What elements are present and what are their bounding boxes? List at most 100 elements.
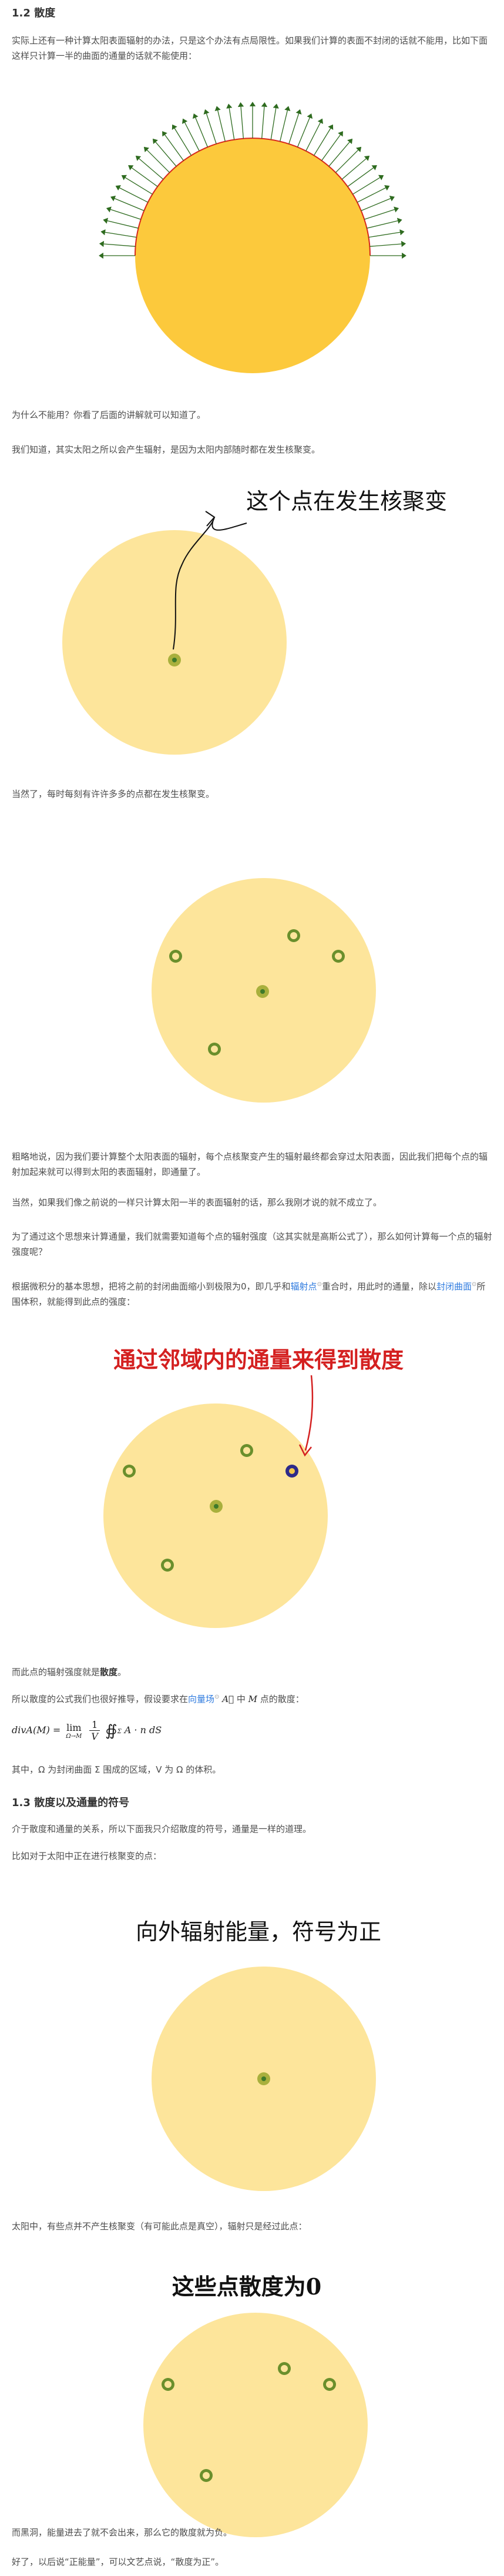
green-arrow-icon xyxy=(313,124,334,156)
link-mark: ⊙ xyxy=(317,1281,322,1288)
formula-limit: lim Ω→M xyxy=(66,1722,82,1740)
paragraph-roughly: 粗略地说，因为我们要计算整个太阳表面的辐射，每个点核聚变产生的辐射最终都会穿过太… xyxy=(12,1151,488,1177)
green-arrow-icon xyxy=(357,185,390,203)
green-arrow-icon xyxy=(368,229,405,238)
green-arrow-icon xyxy=(280,106,291,142)
fusion-point-dot xyxy=(332,950,345,963)
passing-point-dot xyxy=(200,2469,213,2482)
paragraph-why: 为什么不能用？你看了后面的讲解就可以知道了。 xyxy=(12,410,206,420)
green-arrow-icon xyxy=(347,165,377,187)
formula-integral-sign: ∯ xyxy=(105,1721,117,1740)
paragraph-know: 我们知道，其实太阳之所以会产生辐射，是因为太阳内部随时都在发生核聚变。 xyxy=(12,444,321,455)
green-arrow-icon xyxy=(110,195,145,212)
formula-intro-text-3: 点的散度： xyxy=(260,1694,304,1704)
green-arrow-icon xyxy=(103,217,139,229)
fusion-point-dot xyxy=(210,1500,223,1513)
green-arrow-icon xyxy=(182,118,200,152)
green-arrow-icon xyxy=(226,103,235,140)
green-arrow-icon xyxy=(341,155,370,180)
formula-intro-text-2: 中 xyxy=(236,1694,246,1704)
paragraph-of-course: 当然了，每时每刻有许许多多的点都在发生核聚变。 xyxy=(12,789,215,799)
paragraph-formula-intro: 所以散度的公式我们也很好推导，假设要求在向量场⊙ A⃗ 中 M 点的散度： xyxy=(12,1690,492,1707)
formula-frac-den: V xyxy=(91,1731,98,1742)
divergence-formula: divA(M) = lim Ω→M 1 V ∯Σ A · n dS xyxy=(12,1719,162,1748)
green-arrow-icon xyxy=(152,138,177,167)
green-arrow-icon xyxy=(261,102,268,139)
formula-lim-text: lim xyxy=(66,1721,82,1733)
green-arrow-icon xyxy=(270,103,279,140)
paragraph-intro: 实际上还有一种计算太阳表面辐射的办法，只是这个办法有点局限性。如果我们计算的表面… xyxy=(12,35,488,61)
fusion-point-dot xyxy=(208,1043,221,1056)
fusion-point-dot xyxy=(123,1465,136,1478)
green-arrow-icon xyxy=(172,124,192,156)
point-M-symbol: M xyxy=(248,1694,257,1704)
green-arrow-icon xyxy=(328,138,353,167)
calculus-text-1: 根据微积分的基本思想，把将之前的封闭曲面缩小到极限为0，即几乎和 xyxy=(12,1281,291,1292)
paragraph-where: 其中，Ω 为封闭曲面 Σ 围成的区域，V 为 Ω 的体积。 xyxy=(12,1764,221,1775)
fusion-point-dot xyxy=(287,929,300,942)
green-arrow-icon xyxy=(352,175,384,195)
formula-lhs: divA(M) = xyxy=(12,1724,64,1736)
link-mark: ⊙ xyxy=(214,1694,220,1700)
fusion-point-dot xyxy=(257,2072,270,2085)
divergence-text-1: 而此点的辐射强度就是 xyxy=(12,1667,100,1677)
figure-caption-zero: 这些点散度为0 xyxy=(172,2273,322,2300)
red-arrow xyxy=(298,1375,314,1457)
paragraph-sign: 介于散度和通量的关系，所以下面我只介绍散度的符号，通量是一样的道理。 xyxy=(12,1824,312,1834)
paragraph-idea: 为了通过这个思想来计算通量，我们就需要知道每个点的辐射强度（这其实就是高斯公式了… xyxy=(12,1231,492,1257)
target-point-dot xyxy=(285,1465,298,1478)
passing-point-dot xyxy=(323,2378,336,2391)
divergence-bold: 散度 xyxy=(100,1667,118,1677)
green-arrow-icon xyxy=(237,102,244,139)
paragraph-ok: 好了，以后说“正能量”，可以文艺点说，“散度为正”。 xyxy=(12,2557,224,2567)
green-arrow-icon xyxy=(203,109,217,144)
paragraph-divergence: 而此点的辐射强度就是散度。 xyxy=(12,1664,492,1680)
formula-frac-num: 1 xyxy=(89,1719,100,1731)
green-arrow-icon xyxy=(367,217,402,229)
formula-body: A · n dS xyxy=(124,1724,162,1736)
green-arrow-icon xyxy=(100,229,137,238)
green-arrow-icon xyxy=(162,131,184,161)
sun-circle-5 xyxy=(143,2313,368,2537)
article-page: 1.2 散度 实际上还有一种计算太阳表面辐射的办法，只是这个办法有点局限性。如果… xyxy=(0,0,504,2576)
calculus-text-2: 重合时，用此时的通量，除以 xyxy=(321,1281,436,1292)
green-arrow-icon xyxy=(335,146,362,173)
link-radiation-point[interactable]: 辐射点 xyxy=(291,1281,317,1292)
green-arrow-icon xyxy=(361,195,395,212)
sun-disc xyxy=(135,138,370,373)
vector-A-symbol: A⃗ xyxy=(222,1694,234,1704)
green-arrow-icon xyxy=(143,146,170,173)
green-arrow-icon xyxy=(305,118,323,152)
formula-integral-sub: Σ xyxy=(117,1729,122,1735)
green-arrow-icon xyxy=(321,131,343,161)
green-arrow-icon xyxy=(288,109,302,144)
paragraph-calculus: 根据微积分的基本思想，把将之前的封闭曲面缩小到极限为0，即几乎和辐射点⊙重合时，… xyxy=(12,1277,492,1309)
section-heading-sign: 1.3 散度以及通量的符号 xyxy=(12,1797,130,1809)
fusion-point-dot xyxy=(169,950,182,963)
green-arrow-icon xyxy=(135,155,164,180)
figure-caption-divergence: 通过邻域内的通量来得到散度 xyxy=(113,1346,404,1373)
formula-fraction: 1 V xyxy=(89,1719,100,1742)
link-vector-field[interactable]: 向量场 xyxy=(188,1694,214,1704)
green-arrow-icon xyxy=(192,113,209,148)
green-arrow-icon xyxy=(364,206,399,220)
passing-point-dot xyxy=(278,2362,291,2375)
fusion-point-dot xyxy=(168,654,181,666)
fusion-point-dot xyxy=(240,1444,253,1457)
fusion-point-dot xyxy=(256,985,269,998)
green-arrow-icon xyxy=(214,106,226,142)
paragraph-example: 比如对于太阳中正在进行核聚变的点： xyxy=(12,1851,162,1861)
fusion-point-dot xyxy=(161,1559,174,1572)
green-arrow-icon xyxy=(128,165,158,187)
formula-intro-text-1: 所以散度的公式我们也很好推导，假设要求在 xyxy=(12,1694,189,1704)
green-arrow-icon xyxy=(99,240,136,247)
hand-drawn-arrow xyxy=(173,511,247,650)
link-closed-surface[interactable]: 封闭曲面 xyxy=(436,1281,472,1292)
green-arrow-icon xyxy=(297,113,313,148)
paragraph-sun-zero: 太阳中，有些点并不产生核聚变（有可能此点是真空），辐射只是经过此点： xyxy=(12,2221,307,2232)
paragraph-not-hold: 当然，如果我们像之前说的一样只计算太阳一半的表面辐射的话，那么我刚才说的就不成立… xyxy=(12,1197,382,1208)
figure-caption-positive: 向外辐射能量，符号为正 xyxy=(135,1919,381,1945)
green-arrow-icon xyxy=(106,206,141,220)
green-arrow-icon xyxy=(121,175,153,195)
figure-half-sun-flux xyxy=(99,102,406,373)
